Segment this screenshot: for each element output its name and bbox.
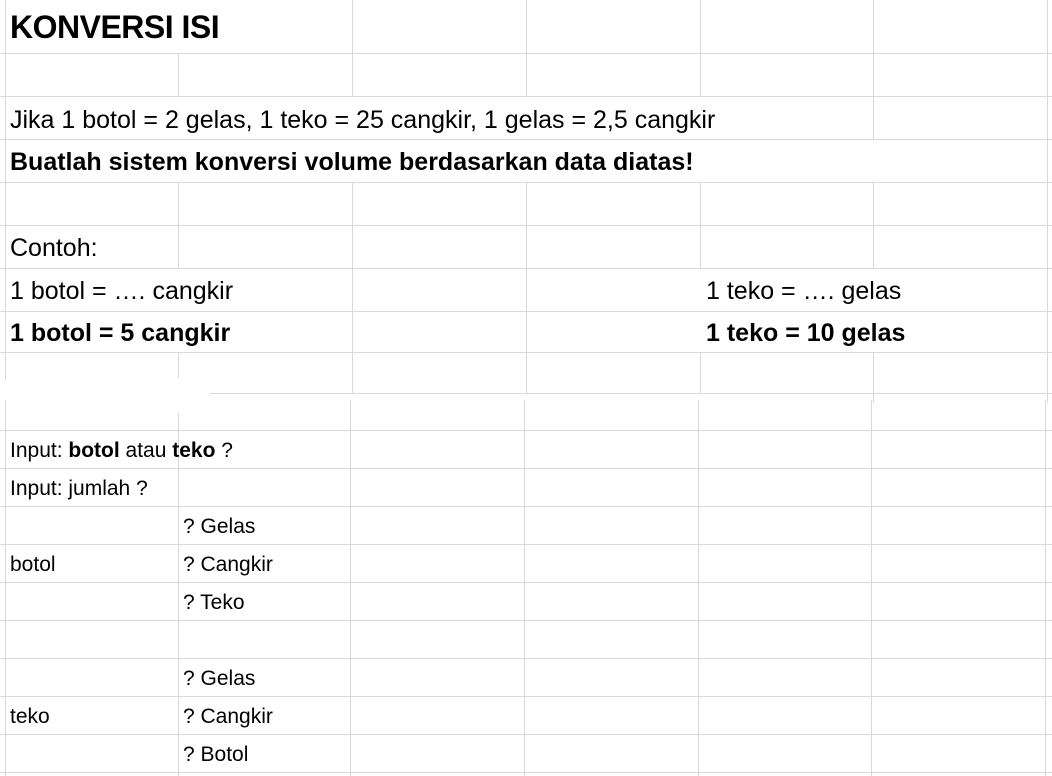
botol-output-teko: ? Teko xyxy=(183,591,245,614)
example-question-teko: 1 teko = …. gelas xyxy=(706,277,902,305)
input-type-prompt: Input: botol atau teko ? xyxy=(10,439,233,462)
teko-output-botol: ? Botol xyxy=(183,743,249,766)
given-data-text: Jika 1 botol = 2 gelas, 1 teko = 25 cang… xyxy=(10,106,716,134)
example-answer-botol: 1 botol = 5 cangkir xyxy=(10,319,231,347)
botol-label: botol xyxy=(10,553,56,576)
teko-label: teko xyxy=(10,705,50,728)
example-label: Contoh: xyxy=(10,234,98,262)
teko-output-cangkir: ? Cangkir xyxy=(183,705,273,728)
option-teko: teko xyxy=(172,439,216,462)
botol-output-gelas: ? Gelas xyxy=(183,515,256,538)
teko-output-gelas: ? Gelas xyxy=(183,667,256,690)
example-question-botol: 1 botol = …. cangkir xyxy=(10,277,234,305)
example-answer-teko: 1 teko = 10 gelas xyxy=(706,319,906,347)
row-9 xyxy=(210,353,1052,394)
sheet-title: KONVERSI ISI xyxy=(10,9,220,45)
task-instruction: Buatlah sistem konversi volume berdasark… xyxy=(10,148,694,176)
botol-output-cangkir: ? Cangkir xyxy=(183,553,273,576)
option-botol: botol xyxy=(68,439,120,462)
row-input2 xyxy=(0,469,1052,507)
input-amount-prompt: Input: jumlah ? xyxy=(10,477,148,500)
